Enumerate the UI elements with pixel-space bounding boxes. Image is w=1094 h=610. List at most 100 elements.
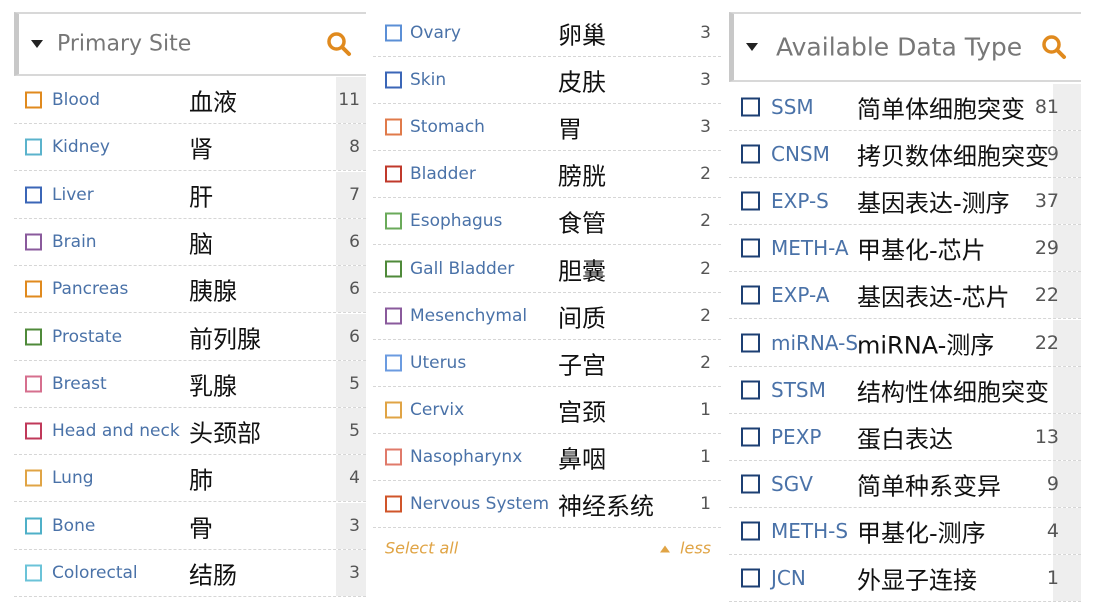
checkbox[interactable] [25,422,42,440]
facet-row[interactable]: Kidney 肾 8 [14,124,366,172]
checkbox[interactable] [741,568,760,588]
facet-label[interactable]: SSM [771,95,814,119]
checkbox[interactable] [741,521,760,541]
facet-row[interactable]: Uterus 子宫 2 [373,340,721,387]
facet-label[interactable]: Gall Bladder [410,259,514,279]
checkbox[interactable] [25,469,42,487]
facet-label[interactable]: CNSM [771,142,830,166]
checkbox[interactable] [741,285,760,305]
facet-label[interactable]: Bladder [410,164,476,184]
search-icon[interactable] [1041,34,1067,60]
checkbox[interactable] [385,401,402,419]
facet-row[interactable]: Nasopharynx 鼻咽 1 [373,434,721,481]
select-all-link[interactable]: Select all [385,539,458,558]
primary-site-header[interactable]: Primary Site [14,12,366,76]
search-icon[interactable] [326,31,352,57]
checkbox[interactable] [385,165,402,183]
checkbox[interactable] [741,97,760,117]
facet-row[interactable]: SSM 简单体细胞突变 81 [729,84,1081,131]
facet-label[interactable]: Nervous System [410,494,549,514]
facet-row[interactable]: Gall Bladder 胆囊 2 [373,246,721,293]
facet-row[interactable]: METH-A 甲基化-芯片 29 [729,225,1081,273]
checkbox[interactable] [25,138,42,156]
facet-label[interactable]: SGV [771,472,813,496]
facet-row[interactable]: Ovary 卵巢 3 [373,10,721,57]
facet-row[interactable]: CNSM 拷贝数体细胞突变 9 [729,131,1081,179]
checkbox[interactable] [385,118,402,136]
caret-down-icon[interactable] [746,43,758,51]
checkbox[interactable] [385,260,402,277]
facet-label[interactable]: Blood [52,90,100,110]
facet-label[interactable]: Mesenchymal [410,306,527,326]
facet-label[interactable]: Lung [52,468,94,488]
facet-row[interactable]: SGV 简单种系变异 9 [729,460,1081,508]
facet-row[interactable]: miRNA-S miRNA-测序 22 [729,319,1081,367]
checkbox[interactable] [25,564,42,582]
checkbox[interactable] [25,186,42,204]
facet-label[interactable]: Skin [410,70,446,90]
facet-row[interactable]: Stomach 胃 3 [373,104,721,152]
facet-label[interactable]: Stomach [410,117,485,137]
facet-label[interactable]: EXP-A [771,283,829,307]
checkbox[interactable] [385,71,402,89]
checkbox[interactable] [741,380,760,400]
facet-label[interactable]: PEXP [771,425,821,449]
caret-down-icon[interactable] [31,40,43,48]
facet-label[interactable]: miRNA-S [771,331,858,355]
checkbox[interactable] [25,280,42,298]
checkbox[interactable] [741,474,760,494]
checkbox[interactable] [385,354,402,372]
checkbox[interactable] [741,144,760,164]
facet-row[interactable]: Brain 脑 6 [14,218,366,266]
checkbox[interactable] [741,238,760,258]
facet-row[interactable]: Prostate 前列腺 6 [14,313,366,361]
facet-row[interactable]: EXP-S 基因表达-测序 37 [729,178,1081,226]
facet-label[interactable]: Bone [52,516,95,536]
facet-row[interactable]: Skin 皮肤 3 [373,57,721,105]
checkbox[interactable] [25,375,42,393]
facet-label[interactable]: Nasopharynx [410,447,522,467]
facet-row[interactable]: Head and neck 头颈部 5 [14,408,366,456]
data-type-header[interactable]: Available Data Type [729,12,1081,82]
checkbox[interactable] [25,91,42,109]
checkbox[interactable] [741,333,760,352]
facet-label[interactable]: Brain [52,232,97,252]
facet-row[interactable]: STSM 结构性体细胞突变 [729,366,1081,414]
facet-label[interactable]: EXP-S [771,189,829,213]
facet-row[interactable]: Nervous System 神经系统 1 [373,481,721,528]
checkbox[interactable] [25,517,42,535]
facet-label[interactable]: Cervix [410,400,464,420]
facet-label[interactable]: Ovary [410,23,461,43]
checkbox[interactable] [25,233,42,251]
facet-row[interactable]: Blood 血液 11 [14,77,366,124]
facet-row[interactable]: Colorectal 结肠 3 [14,550,366,597]
checkbox[interactable] [385,24,402,42]
facet-label[interactable]: METH-A [771,236,849,260]
facet-row[interactable]: Bone 骨 3 [14,502,366,550]
facet-row[interactable]: METH-S 甲基化-测序 4 [729,507,1081,555]
facet-label[interactable]: JCN [771,566,806,590]
facet-label[interactable]: Prostate [52,327,122,347]
facet-label[interactable]: Head and neck [52,421,180,441]
facet-label[interactable]: Pancreas [52,279,128,299]
facet-label[interactable]: Uterus [410,353,466,373]
facet-label[interactable]: Breast [52,374,107,394]
facet-row[interactable]: Liver 肝 7 [14,171,366,219]
facet-label[interactable]: Colorectal [52,563,138,583]
facet-row[interactable]: Lung 肺 4 [14,455,366,503]
checkbox[interactable] [741,427,760,447]
facet-label[interactable]: Esophagus [410,211,502,231]
facet-label[interactable]: STSM [771,378,826,402]
facet-row[interactable]: Bladder 膀胱 2 [373,151,721,199]
facet-row[interactable]: Cervix 宫颈 1 [373,387,721,434]
facet-row[interactable]: Mesenchymal 间质 2 [373,293,721,340]
facet-row[interactable]: JCN 外显子连接 1 [729,555,1081,602]
facet-label[interactable]: Kidney [52,137,110,157]
facet-row[interactable]: Pancreas 胰腺 6 [14,266,366,314]
facet-row[interactable]: PEXP 蛋白表达 13 [729,413,1081,461]
checkbox[interactable] [385,307,402,325]
facet-label[interactable]: Liver [52,185,94,205]
checkbox[interactable] [385,448,402,466]
checkbox[interactable] [385,495,402,513]
checkbox[interactable] [741,191,760,211]
